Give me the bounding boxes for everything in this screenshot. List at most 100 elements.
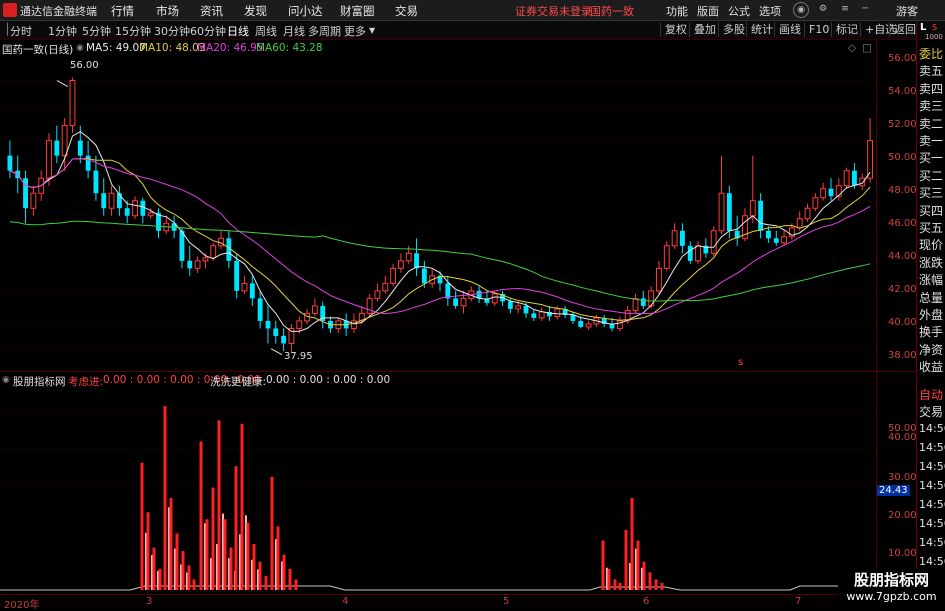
candle-body [390,267,397,284]
indicator-bar [246,522,250,590]
candle-body [374,290,381,299]
panel-item: 卖一 [919,134,944,148]
candle-body [640,298,646,306]
candle-body [296,320,303,329]
candle-body [101,193,107,209]
candle-body [257,298,263,321]
high-pointer [56,80,69,87]
low-pointer [270,348,283,356]
indicator-bar [654,579,658,590]
indicator-bar [648,572,652,590]
panel-item: 换手 [919,325,944,340]
x-axis-label: 4 [342,596,349,607]
candle-body [445,283,451,299]
candle-body [234,260,240,291]
candle-body [766,230,771,239]
indicator-bar [217,420,221,590]
tick-time: 14:56 [919,479,945,492]
indicator-bar [181,551,185,590]
panel-item: 买四 [919,203,944,218]
candle-body [679,230,685,246]
indicator-bar [229,547,233,590]
indicator-bar [199,441,203,590]
y-tick: 52.00 [888,119,917,130]
candle-body [281,335,287,344]
y-tick: 54.00 [888,86,917,97]
y-tick: 38.00 [888,350,917,361]
indicator-bar [294,579,298,590]
indicator-bar [601,540,605,590]
indicator-bar [630,498,634,590]
indicator-bar [205,519,209,590]
panel-header-top: L [920,22,927,33]
tick-time: 14:56 [919,460,945,473]
candle-body [265,320,271,329]
indicator-bar [234,466,238,590]
watermark-url: www.7gpzb.com [846,590,937,603]
candle-body [414,253,419,269]
indicator-bar [607,568,611,590]
tick-time: 14:56 [919,441,945,454]
candle-body [124,208,130,216]
candle-body [663,245,670,269]
candle-body [241,282,248,292]
y-tick: 56.00 [888,53,917,64]
indicator-bar [636,540,640,590]
indicator-bar [288,568,292,590]
candle-body [179,230,185,261]
candle-body [273,328,279,336]
panel-item: 收益 [919,360,944,375]
indicator-current-value: 24.43 [877,485,910,496]
candle-body [491,293,498,304]
indicator-bar [613,579,617,590]
panel-item: 总量 [919,290,944,305]
candle-body [749,200,756,217]
indicator-bar [258,561,262,590]
price-chart[interactable] [0,0,945,609]
candle-body [77,140,83,156]
indicator-bar [660,582,664,590]
panel-item: 卖四 [919,81,944,96]
candle-body [523,305,529,314]
indicator-bar [169,498,173,590]
panel-item: 买五 [919,221,944,235]
candle-body [796,218,803,229]
tick-time: 14:56 [919,555,945,568]
x-axis-label: 3 [146,596,153,607]
candle-body [30,192,37,209]
panel-tab-auto[interactable]: 自动 [919,386,943,403]
candle-body [85,155,91,171]
panel-item: 现价 [919,238,944,253]
low-price-label: 37.95 [284,351,313,362]
y-tick: 42.00 [888,284,917,295]
indicator-bar [642,561,646,590]
candle-body [710,230,717,254]
indicator-bar [624,529,628,590]
candle-body [828,188,834,197]
candle-body [93,170,99,194]
indicator-bar [240,423,244,590]
candle-body [54,140,60,156]
candle-body [46,140,52,179]
indicator-bar [146,512,150,590]
indicator-bar [175,533,179,590]
candle-body [687,245,693,261]
candle-body [671,230,678,247]
candle-body [311,305,318,314]
candle-body [781,236,787,244]
candle-body [116,193,122,209]
candle-body [570,314,576,321]
candle-body [531,313,537,318]
candle-body [194,260,201,269]
indicator-y-tick: 10.00 [888,548,917,559]
tick-time: 14:56 [919,536,945,549]
y-tick: 40.00 [888,317,917,328]
indicator-bar [276,526,280,590]
indicator-bar [282,554,286,590]
candle-body [585,323,592,328]
candle-body [7,155,13,171]
candle-body [397,260,404,269]
candle-body [140,200,146,216]
candle-body [718,192,725,232]
watermark-title: 股朋指标网 [853,571,929,589]
